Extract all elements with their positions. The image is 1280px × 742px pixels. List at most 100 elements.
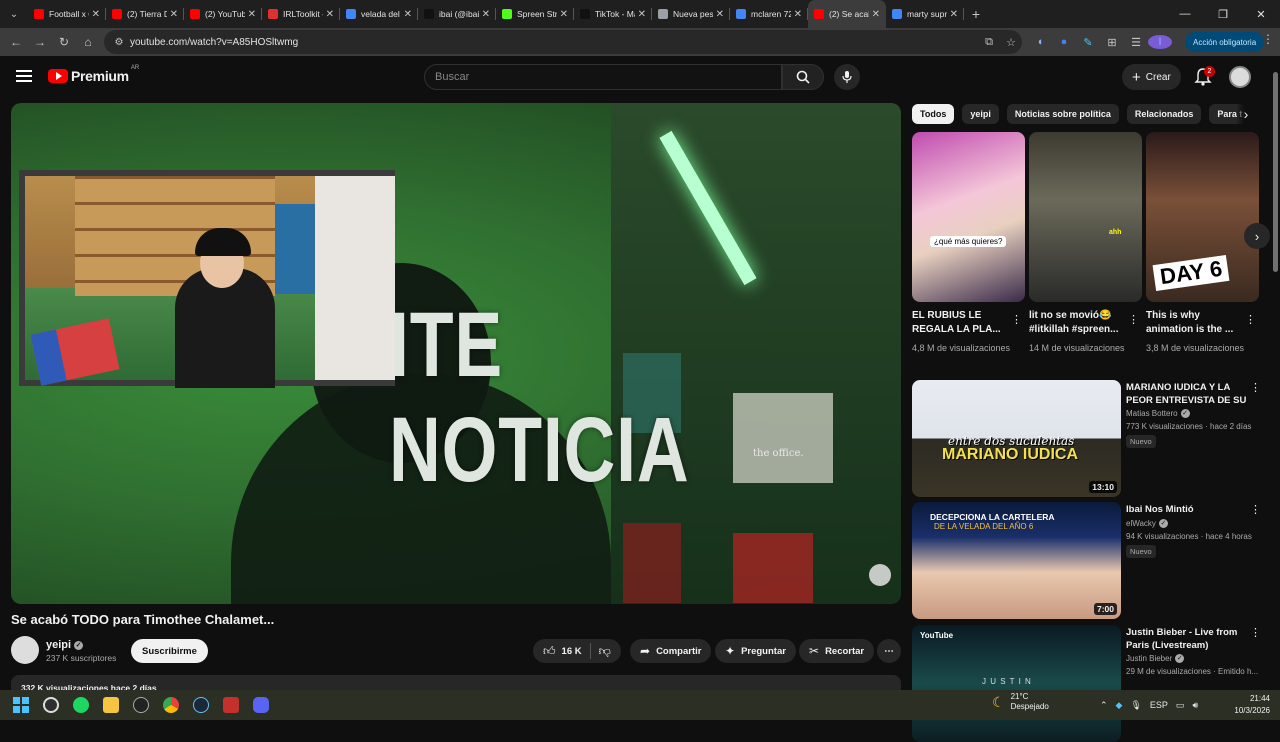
browser-tab[interactable]: ibai (@ibaill✕ bbox=[418, 0, 496, 28]
channel-watermark-icon[interactable] bbox=[869, 564, 891, 586]
shorts-next-button[interactable]: › bbox=[1244, 223, 1270, 249]
account-avatar[interactable] bbox=[1229, 66, 1251, 88]
short-menu-icon[interactable]: ⋮ bbox=[1011, 313, 1022, 326]
short-title[interactable]: lit no se movió😂 #litkillah #spreen... bbox=[1029, 309, 1129, 337]
bookmark-star-icon[interactable]: ☆ bbox=[1000, 36, 1022, 49]
video-thumbnail[interactable]: YouTube J U S T I N bbox=[912, 625, 1121, 742]
back-icon[interactable]: ← bbox=[4, 30, 28, 54]
video-channel[interactable]: Matias Bottero ✓ bbox=[1126, 409, 1190, 419]
voice-search-button[interactable] bbox=[834, 64, 860, 90]
steam-icon[interactable] bbox=[186, 690, 216, 720]
extension-icon[interactable]: ◖ bbox=[1028, 36, 1052, 48]
action-required-button[interactable]: Acción obligatoria bbox=[1185, 32, 1265, 52]
video-menu-icon[interactable]: ⋮ bbox=[1250, 381, 1261, 394]
subscribe-button[interactable]: Suscribirme bbox=[131, 639, 208, 663]
browser-tab[interactable]: Spreen Strea✕ bbox=[496, 0, 574, 28]
video-thumbnail[interactable]: DECEPCIONA LA CARTELERA DE LA VELADA DEL … bbox=[912, 502, 1121, 619]
close-tab-icon[interactable]: ✕ bbox=[638, 9, 646, 20]
discord-icon[interactable] bbox=[246, 690, 276, 720]
clip-button[interactable]: ✂ Recortar bbox=[799, 639, 875, 663]
thumbs-down-icon[interactable]: 👎︎ bbox=[599, 644, 611, 659]
filter-chip[interactable]: yeipi bbox=[962, 104, 999, 124]
channel-avatar[interactable] bbox=[11, 636, 39, 664]
chevron-up-icon[interactable]: ⌃ bbox=[1100, 700, 1108, 711]
reload-icon[interactable]: ↻ bbox=[52, 30, 76, 54]
close-tab-icon[interactable]: ✕ bbox=[560, 9, 568, 20]
app-4k-icon[interactable] bbox=[126, 690, 156, 720]
video-thumbnail[interactable]: entre dos suculentas MARIANO IUDICA 13:10 bbox=[912, 380, 1121, 497]
browser-tab[interactable]: TikTok - Mak✕ bbox=[574, 0, 652, 28]
share-button[interactable]: ➦ Compartir bbox=[630, 639, 712, 663]
close-tab-icon[interactable]: ✕ bbox=[170, 9, 178, 20]
video-title[interactable]: MARIANO IUDICA Y LA PEOR ENTREVISTA DE S… bbox=[1126, 381, 1256, 407]
weather-widget[interactable]: ☾ 21°C Despejado bbox=[992, 692, 1049, 712]
video-menu-icon[interactable]: ⋮ bbox=[1250, 626, 1261, 639]
search-button[interactable] bbox=[782, 64, 824, 90]
site-info-icon[interactable]: ⚙ bbox=[108, 37, 130, 48]
chrome-icon[interactable] bbox=[156, 690, 186, 720]
close-tab-icon[interactable]: ✕ bbox=[872, 9, 880, 20]
obs-icon[interactable] bbox=[36, 690, 66, 720]
search-input[interactable]: Buscar bbox=[424, 64, 782, 90]
video-menu-icon[interactable]: ⋮ bbox=[1250, 503, 1261, 516]
reading-list-icon[interactable]: ☰ bbox=[1124, 36, 1148, 49]
browser-tab[interactable]: mclaren 720✕ bbox=[730, 0, 808, 28]
new-tab-button[interactable]: + bbox=[964, 0, 988, 28]
filter-chip[interactable]: Noticias sobre política bbox=[1006, 104, 1119, 124]
more-actions-button[interactable]: ⋯ bbox=[877, 639, 901, 663]
browser-tab[interactable]: Nueva pesta✕ bbox=[652, 0, 730, 28]
tray-app-icon[interactable]: ◆ bbox=[1116, 700, 1123, 711]
scrollbar-thumb[interactable] bbox=[1273, 72, 1278, 272]
microphone-tray-icon[interactable]: 🎙︎ bbox=[1130, 700, 1141, 711]
short-title[interactable]: EL RUBIUS LE REGALA LA PLA... bbox=[912, 309, 1012, 337]
home-icon[interactable]: ⌂ bbox=[76, 30, 100, 54]
spotify-icon[interactable] bbox=[66, 690, 96, 720]
extensions-puzzle-icon[interactable]: ⊞ bbox=[1100, 36, 1124, 49]
restore-icon[interactable]: ❐ bbox=[1204, 0, 1242, 28]
volume-icon[interactable]: 🔊︎ bbox=[1192, 700, 1198, 711]
url-text[interactable]: youtube.com/watch?v=A85HOSltwmg bbox=[130, 37, 978, 48]
short-title[interactable]: This is why animation is the ... bbox=[1146, 309, 1246, 337]
video-channel[interactable]: elWacky ✓ bbox=[1126, 519, 1168, 529]
browser-tab[interactable]: (2) Tierra De✕ bbox=[106, 0, 184, 28]
page-scrollbar[interactable] bbox=[1271, 58, 1280, 690]
extension-icon[interactable]: ● bbox=[1052, 36, 1076, 48]
close-window-icon[interactable]: ✕ bbox=[1242, 0, 1280, 28]
close-tab-icon[interactable]: ✕ bbox=[248, 9, 256, 20]
close-tab-icon[interactable]: ✕ bbox=[794, 9, 802, 20]
filter-chip[interactable]: Relacionados bbox=[1126, 104, 1202, 124]
network-icon[interactable]: ▭ bbox=[1176, 700, 1185, 711]
video-title[interactable]: Ibai Nos Mintió bbox=[1126, 503, 1256, 516]
browser-tab[interactable]: (2) Se acabó✕ bbox=[808, 0, 886, 28]
extension-icon[interactable]: ✎ bbox=[1076, 36, 1100, 49]
youtube-premium-logo[interactable]: Premium AR bbox=[48, 65, 139, 84]
browser-tab[interactable]: marty supre✕ bbox=[886, 0, 964, 28]
profile-icon[interactable]: I bbox=[1148, 35, 1172, 49]
video-channel[interactable]: Justin Bieber ✓ bbox=[1126, 654, 1185, 664]
browser-tab[interactable]: IRLToolkit - L✕ bbox=[262, 0, 340, 28]
short-menu-icon[interactable]: ⋮ bbox=[1128, 313, 1139, 326]
create-button[interactable]: + Crear bbox=[1122, 64, 1181, 90]
cast-icon[interactable]: ⧉ bbox=[978, 36, 1000, 49]
close-tab-icon[interactable]: ✕ bbox=[716, 9, 724, 20]
browser-tab[interactable]: Football x 67✕ bbox=[28, 0, 106, 28]
channel-name[interactable]: yeipi ✓ bbox=[46, 639, 84, 651]
close-tab-icon[interactable]: ✕ bbox=[326, 9, 334, 20]
ask-button[interactable]: ✦ Preguntar bbox=[715, 639, 796, 663]
short-menu-icon[interactable]: ⋮ bbox=[1245, 313, 1256, 326]
tab-search-icon[interactable]: ⌄ bbox=[0, 0, 28, 28]
close-tab-icon[interactable]: ✕ bbox=[92, 9, 100, 20]
close-tab-icon[interactable]: ✕ bbox=[404, 9, 412, 20]
close-tab-icon[interactable]: ✕ bbox=[482, 9, 490, 20]
like-button[interactable]: 👍︎ 16 K bbox=[543, 644, 582, 659]
windows-start-icon[interactable] bbox=[6, 690, 36, 720]
short-thumbnail[interactable]: DAY 6 bbox=[1146, 132, 1259, 302]
minimize-icon[interactable]: — bbox=[1166, 0, 1204, 28]
browser-menu-icon[interactable]: ⋮ bbox=[1262, 32, 1274, 46]
video-title[interactable]: Justin Bieber - Live from Paris (Livestr… bbox=[1126, 626, 1256, 652]
file-explorer-icon[interactable] bbox=[96, 690, 126, 720]
filter-chip[interactable]: Todos bbox=[912, 104, 955, 124]
close-tab-icon[interactable]: ✕ bbox=[950, 9, 958, 20]
browser-tab[interactable]: (2) YouTube✕ bbox=[184, 0, 262, 28]
hamburger-menu-icon[interactable] bbox=[16, 70, 32, 82]
